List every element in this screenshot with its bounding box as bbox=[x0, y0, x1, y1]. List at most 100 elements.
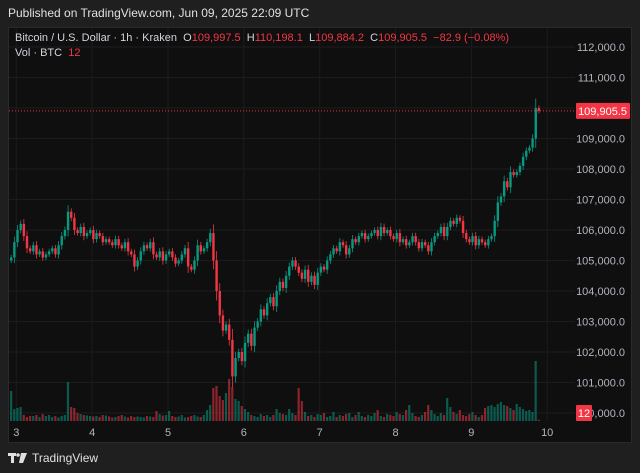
volume-bar bbox=[493, 407, 496, 421]
candle-body bbox=[247, 333, 250, 343]
candle-body bbox=[446, 226, 449, 237]
candle-body bbox=[190, 266, 193, 270]
candle-body bbox=[326, 260, 329, 270]
candle-body bbox=[133, 254, 136, 267]
volume-bar bbox=[458, 410, 461, 421]
change-value: −82.9 (−0.08%) bbox=[433, 32, 510, 44]
volume-bar bbox=[411, 413, 414, 421]
volume-bar bbox=[117, 416, 120, 421]
volume-bar bbox=[196, 416, 199, 421]
volume-bar bbox=[136, 416, 139, 421]
candle-body bbox=[360, 233, 364, 237]
volume-bar bbox=[253, 416, 256, 421]
candle-body bbox=[177, 260, 180, 264]
volume-bar bbox=[76, 413, 79, 421]
candle-body bbox=[123, 242, 127, 249]
volume-bar bbox=[373, 413, 376, 421]
volume-bar bbox=[73, 408, 76, 421]
volume-bar bbox=[367, 415, 370, 421]
candle-body bbox=[126, 242, 130, 252]
candle-body bbox=[51, 248, 54, 252]
candle-body bbox=[496, 202, 500, 221]
volume-bar bbox=[531, 412, 534, 421]
candle-body bbox=[338, 242, 342, 252]
volume-bar bbox=[161, 415, 164, 421]
candle-body bbox=[458, 217, 462, 221]
candle-body bbox=[499, 196, 503, 203]
volume-bar bbox=[281, 414, 284, 421]
volume-bar bbox=[13, 409, 16, 421]
volume-bar bbox=[152, 417, 155, 421]
volume-bar bbox=[455, 414, 458, 421]
price-tick-label: 102,000.0 bbox=[576, 347, 625, 359]
candle-body bbox=[401, 239, 405, 243]
candle-body bbox=[487, 239, 490, 246]
candle-body bbox=[107, 239, 111, 243]
candle-body bbox=[269, 297, 272, 304]
candle-body bbox=[73, 217, 76, 230]
candle-body bbox=[237, 352, 240, 359]
volume-bar bbox=[319, 415, 322, 421]
candle-body bbox=[502, 181, 506, 197]
volume-bar bbox=[237, 401, 240, 421]
price-tick-label: 105,000.0 bbox=[576, 256, 625, 268]
volume-bar bbox=[528, 410, 531, 421]
candle-body bbox=[136, 260, 139, 267]
time-tick-label: 7 bbox=[317, 427, 323, 439]
volume-bar bbox=[205, 410, 209, 421]
volume-bar bbox=[490, 405, 493, 421]
volume-bar bbox=[427, 405, 430, 421]
volume-bar bbox=[313, 417, 316, 421]
volume-bar bbox=[389, 415, 392, 421]
volume-bar bbox=[114, 417, 117, 421]
volume-bar bbox=[60, 416, 63, 421]
volume-label[interactable]: Vol · BTC bbox=[15, 47, 62, 59]
chart-canvas[interactable]: 112,000.0111,000.0110,000.0109,000.0108,… bbox=[0, 0, 640, 473]
candle-body bbox=[168, 251, 171, 255]
volume-bar bbox=[307, 416, 310, 421]
candle-body bbox=[442, 226, 446, 237]
volume-bar bbox=[183, 417, 186, 421]
candle-body bbox=[484, 242, 487, 246]
candle-body bbox=[310, 275, 313, 282]
candle-body bbox=[433, 236, 436, 243]
candle-body bbox=[294, 260, 297, 267]
volume-bar bbox=[107, 416, 111, 421]
volume-bar bbox=[51, 417, 54, 421]
candle-body bbox=[471, 236, 474, 243]
candle-body bbox=[509, 172, 512, 188]
candle-body bbox=[89, 230, 92, 234]
candle-body bbox=[417, 242, 421, 249]
volume-bar bbox=[398, 414, 401, 421]
candle-body bbox=[518, 165, 522, 173]
price-tick-label: 109,000.0 bbox=[576, 134, 625, 146]
volume-bar bbox=[329, 416, 332, 421]
candle-body bbox=[57, 245, 60, 255]
volume-bar bbox=[35, 415, 38, 421]
candle-body bbox=[332, 248, 335, 255]
volume-bar bbox=[120, 415, 123, 421]
candle-body bbox=[348, 248, 351, 255]
volume-bar bbox=[278, 413, 281, 421]
volume-bar bbox=[452, 412, 455, 421]
candle-body bbox=[104, 239, 108, 243]
candle-body bbox=[28, 248, 32, 252]
volume-bar bbox=[54, 416, 57, 421]
candle-body bbox=[142, 245, 146, 252]
candle-body bbox=[319, 266, 323, 273]
candle-body bbox=[60, 236, 63, 246]
volume-bar bbox=[38, 417, 41, 421]
volume-bar bbox=[250, 415, 253, 421]
candle-body bbox=[92, 230, 95, 240]
high-label: H bbox=[246, 32, 255, 44]
volume-bar bbox=[515, 404, 518, 421]
candle-body bbox=[465, 233, 468, 240]
candle-body bbox=[161, 251, 165, 261]
volume-bar bbox=[348, 413, 351, 421]
volume-bar bbox=[461, 415, 465, 421]
candle-body bbox=[449, 220, 452, 227]
symbol-description[interactable]: Bitcoin / U.S. Dollar · 1h · Kraken bbox=[15, 32, 177, 44]
volume-bar bbox=[82, 415, 85, 421]
candle-body bbox=[35, 245, 38, 255]
volume-bar bbox=[326, 417, 329, 421]
